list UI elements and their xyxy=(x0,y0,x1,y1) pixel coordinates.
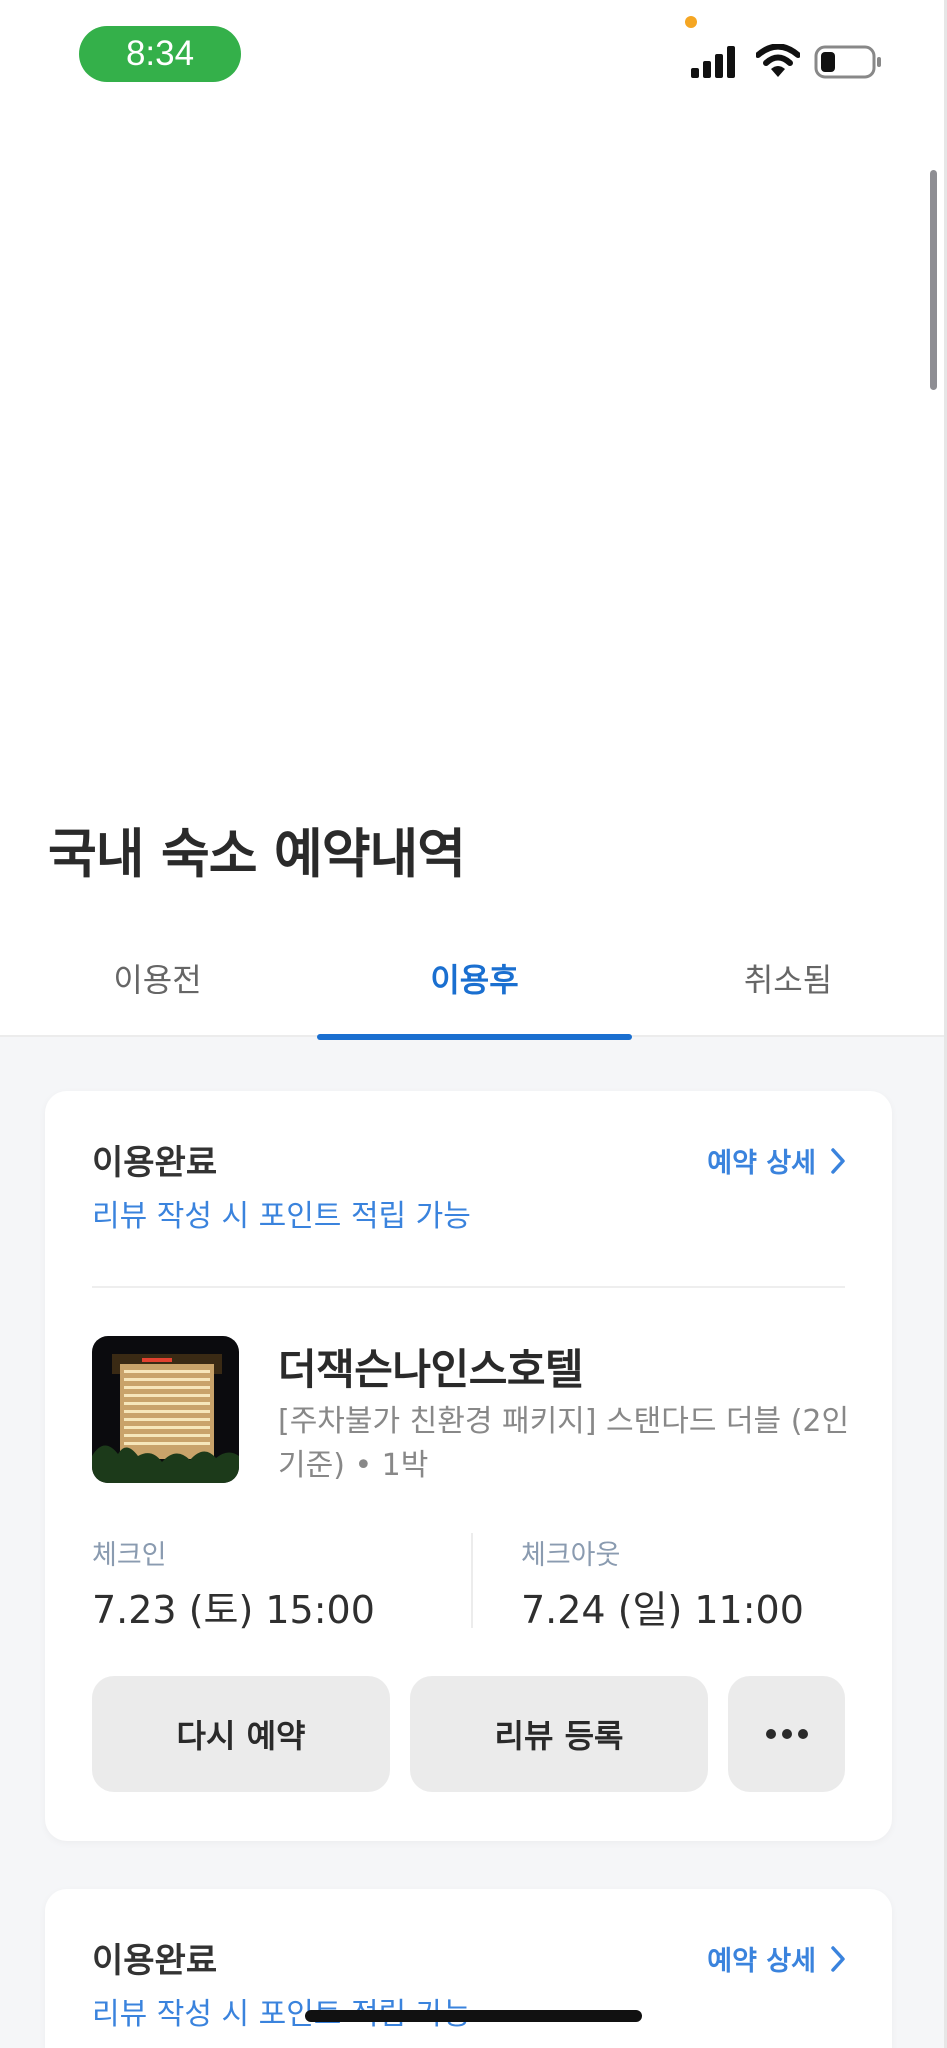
tab-bar: 이용전 이용후 취소됨 xyxy=(0,930,944,1037)
scrollbar[interactable] xyxy=(930,170,937,390)
home-indicator[interactable] xyxy=(305,2010,642,2022)
status-bar: 8:34 xyxy=(0,0,947,110)
active-tab-indicator xyxy=(317,1034,632,1040)
card-divider xyxy=(92,1286,845,1288)
booking-detail-label: 예약 상세 xyxy=(707,1946,816,1977)
checkout-datetime: 7.24 (일) 11:00 xyxy=(521,1588,804,1632)
booking-card: 이용완료 리뷰 작성 시 포인트 적립 가능 예약 상세 xyxy=(45,1889,892,2048)
write-review-button[interactable]: 리뷰 등록 xyxy=(410,1676,708,1792)
wifi-icon xyxy=(756,44,800,77)
battery-icon xyxy=(814,45,881,79)
checkout-label: 체크아웃 xyxy=(521,1540,621,1571)
privacy-indicator-dot xyxy=(685,16,697,28)
header-area xyxy=(0,110,947,1037)
booking-detail-link[interactable]: 예약 상세 xyxy=(707,1141,846,1180)
tab-canceled[interactable]: 취소됨 xyxy=(632,950,944,1010)
more-options-button[interactable] xyxy=(728,1676,845,1792)
booking-status: 이용완료 xyxy=(92,1143,218,1183)
more-horizontal-icon xyxy=(765,1729,808,1739)
hotel-thumbnail[interactable] xyxy=(92,1336,239,1483)
hotel-name[interactable]: 더잭슨나인스호텔 xyxy=(278,1336,584,1397)
rebook-button[interactable]: 다시 예약 xyxy=(92,1676,390,1792)
chevron-right-icon xyxy=(831,1945,845,1972)
booking-detail-label: 예약 상세 xyxy=(707,1148,816,1179)
review-point-notice[interactable]: 리뷰 작성 시 포인트 적립 가능 xyxy=(92,1191,471,1235)
page-title: 국내 숙소 예약내역 xyxy=(48,824,466,885)
tab-after-use[interactable]: 이용후 xyxy=(317,950,632,1010)
status-time: 8:34 xyxy=(79,26,241,82)
booking-status: 이용완료 xyxy=(92,1941,218,1981)
checkin-label: 체크인 xyxy=(92,1540,167,1571)
booking-card: 이용완료 리뷰 작성 시 포인트 적립 가능 예약 상세 xyxy=(45,1091,892,1841)
room-description: [주차불가 친환경 패키지] 스탠다드 더블 (2인 기준) • 1박 xyxy=(278,1404,850,1483)
chevron-right-icon xyxy=(831,1147,845,1174)
checkin-datetime: 7.23 (토) 15:00 xyxy=(92,1588,375,1632)
booking-detail-link[interactable]: 예약 상세 xyxy=(707,1939,846,1978)
cellular-signal-icon xyxy=(691,46,735,78)
tab-before-use[interactable]: 이용전 xyxy=(0,950,315,1010)
check-divider xyxy=(471,1533,473,1628)
